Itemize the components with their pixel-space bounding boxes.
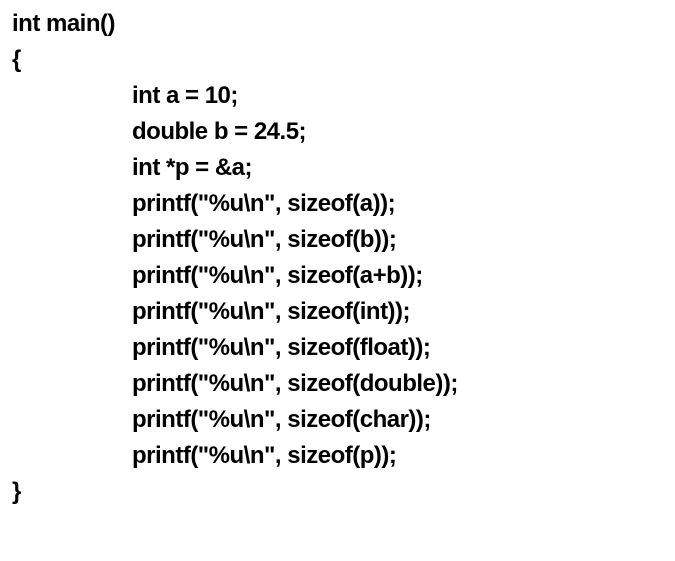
code-snippet: int main() { int a = 10; double b = 24.5… xyxy=(0,0,675,522)
code-line: printf("%u\n", sizeof(float)); xyxy=(132,334,430,361)
code-line: double b = 24.5; xyxy=(132,118,306,145)
code-line: int a = 10; xyxy=(132,82,238,109)
code-line: int *p = &a; xyxy=(132,154,252,181)
code-line: { xyxy=(12,46,21,73)
code-line: printf("%u\n", sizeof(b)); xyxy=(132,226,396,253)
code-line: printf("%u\n", sizeof(p)); xyxy=(132,442,396,469)
code-line: printf("%u\n", sizeof(int)); xyxy=(132,298,410,325)
code-line: printf("%u\n", sizeof(double)); xyxy=(132,370,458,397)
code-line: int main() xyxy=(12,10,115,37)
code-line: printf("%u\n", sizeof(a)); xyxy=(132,190,395,217)
code-line: printf("%u\n", sizeof(a+b)); xyxy=(132,262,423,289)
code-line: printf("%u\n", sizeof(char)); xyxy=(132,406,431,433)
code-line: } xyxy=(12,478,21,505)
